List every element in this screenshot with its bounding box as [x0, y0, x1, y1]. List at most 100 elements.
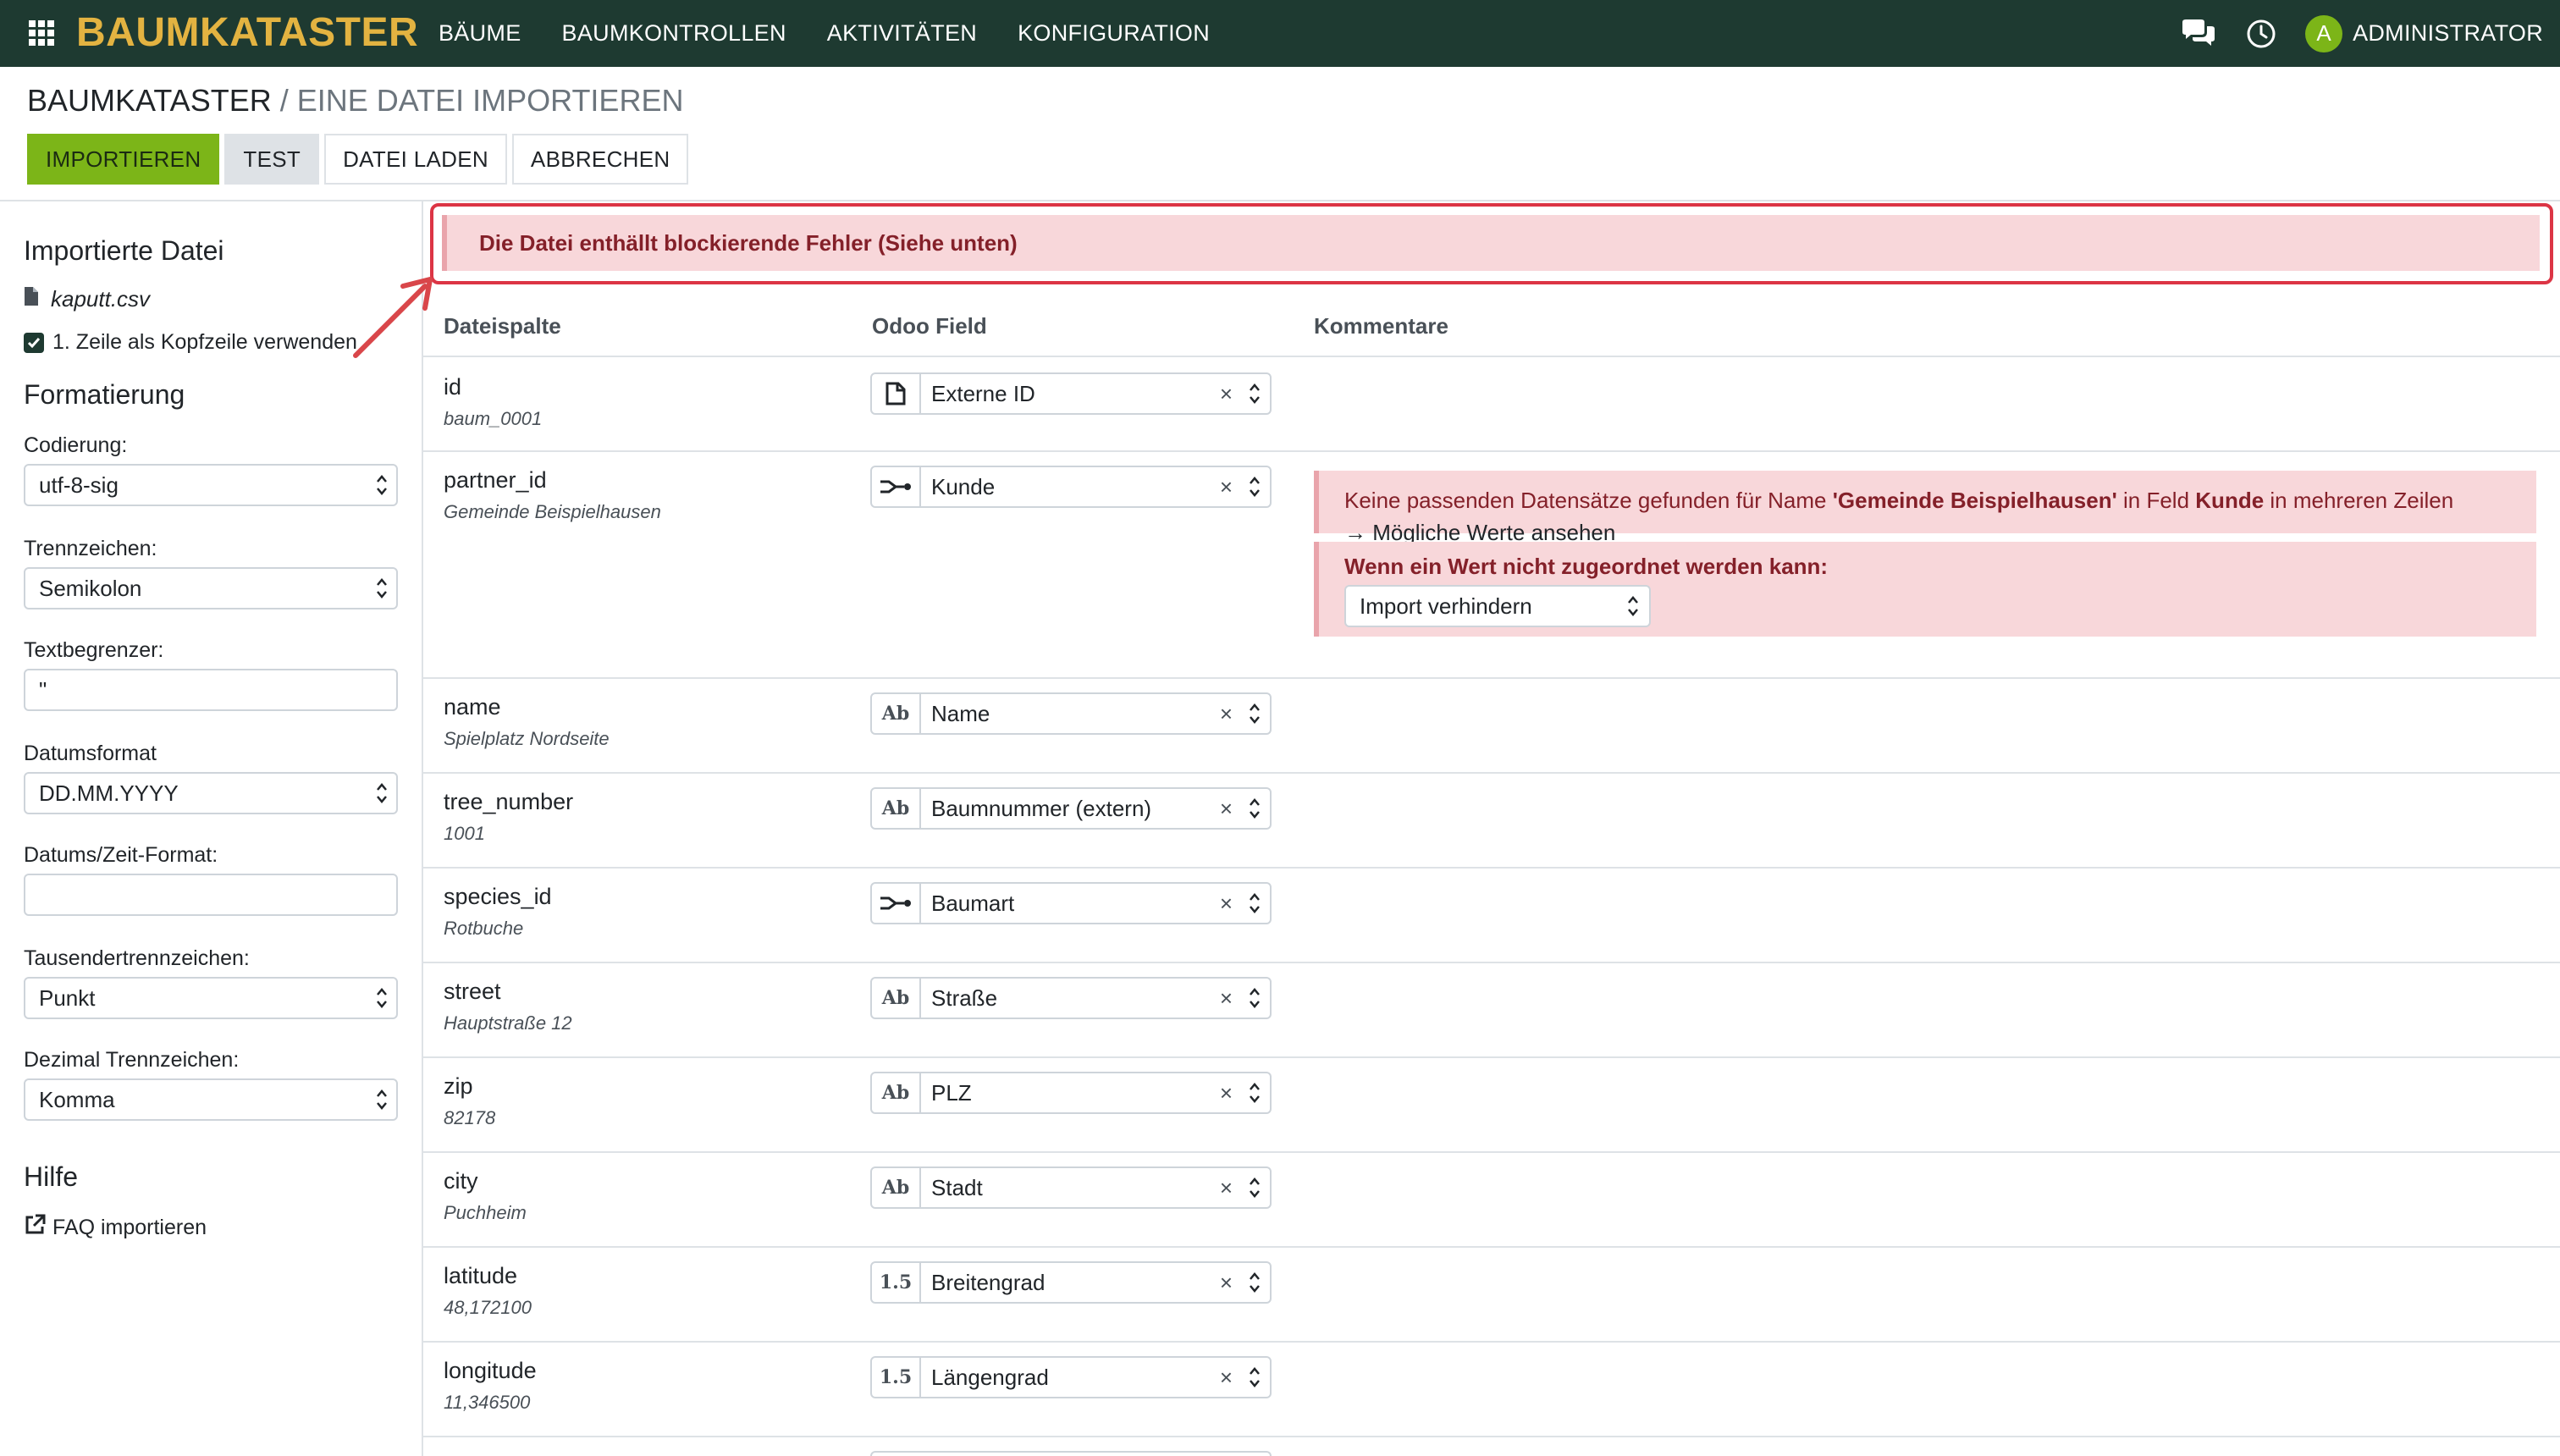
- field-select[interactable]: 1.5 Breitengrad ×: [870, 1261, 1272, 1304]
- text-type-icon: Ab: [872, 694, 921, 733]
- table-row: id baum_0001 Externe ID ×: [423, 357, 2560, 452]
- text-delimiter-input[interactable]: ": [24, 669, 398, 711]
- field-select[interactable]: Externe ID ×: [870, 372, 1272, 415]
- table-row: species_id Rotbuche Baumart ×: [423, 867, 2560, 963]
- checkbox-checked-icon[interactable]: [24, 332, 44, 353]
- column-name: longitude: [444, 1358, 537, 1383]
- select-arrows-icon: [1628, 596, 1638, 616]
- select-arrows-icon: [1250, 1272, 1260, 1293]
- load-file-button[interactable]: DATEI LADEN: [324, 134, 507, 185]
- clear-icon[interactable]: ×: [1220, 381, 1233, 407]
- text-type-icon: Ab: [872, 979, 921, 1018]
- field-select[interactable]: Ab Straße ×: [870, 977, 1272, 1019]
- column-sample: Rotbuche: [444, 918, 524, 939]
- select-arrows-icon: [1250, 703, 1260, 724]
- encoding-value: utf-8-sig: [39, 472, 119, 498]
- menu-item-tree-inspections[interactable]: BAUMKONTROLLEN: [562, 20, 786, 47]
- datetime-format-label: Datums/Zeit-Format:: [24, 843, 218, 867]
- select-arrows-icon: [1250, 477, 1260, 497]
- column-name: partner_id: [444, 467, 547, 493]
- clear-icon[interactable]: ×: [1220, 701, 1233, 727]
- table-row: longitude 11,346500 1.5 Längengrad ×: [423, 1341, 2560, 1437]
- clear-icon[interactable]: ×: [1220, 891, 1233, 917]
- column-name: tree_number: [444, 789, 574, 814]
- cancel-button[interactable]: ABBRECHEN: [511, 134, 689, 185]
- clear-icon[interactable]: ×: [1220, 1080, 1233, 1106]
- clear-icon[interactable]: ×: [1220, 796, 1233, 822]
- field-value: Breitengrad: [931, 1269, 1046, 1295]
- date-format-select[interactable]: DD.MM.YYYY: [24, 772, 398, 814]
- error-message-field: Kunde: [2195, 488, 2265, 513]
- chat-icon[interactable]: [2180, 15, 2217, 52]
- clear-icon[interactable]: ×: [1220, 474, 1233, 500]
- systray: A ADMINISTRATOR: [2180, 0, 2543, 67]
- top-navbar: BAUMKATASTER BÄUME BAUMKONTROLLEN AKTIVI…: [0, 0, 2560, 67]
- text-type-icon: Ab: [872, 789, 921, 828]
- file-name: kaputt.csv: [24, 286, 150, 312]
- datetime-format-input[interactable]: [24, 874, 398, 916]
- field-select[interactable]: 1.5 Längengrad ×: [870, 1356, 1272, 1398]
- column-sample: Hauptstraße 12: [444, 1012, 572, 1034]
- import-button[interactable]: IMPORTIEREN: [27, 134, 220, 185]
- error-message: Keine passenden Datensätze gefunden für …: [1319, 471, 2536, 549]
- select-arrows-icon: [1250, 1177, 1260, 1198]
- decimal-separator-select[interactable]: Komma: [24, 1078, 398, 1121]
- table-row: tree_number 1001 Ab Baumnummer (extern) …: [423, 772, 2560, 869]
- thousands-separator-value: Punkt: [39, 984, 96, 1011]
- thousands-separator-select[interactable]: Punkt: [24, 977, 398, 1019]
- field-select[interactable]: Ab Stadt ×: [870, 1166, 1272, 1209]
- column-name: city: [444, 1168, 478, 1194]
- import-options-sidebar: Importierte Datei kaputt.csv 1. Zeile al…: [0, 201, 423, 1456]
- field-select[interactable]: Ab PLZ ×: [870, 1072, 1272, 1114]
- separator-label: Trennzeichen:: [24, 537, 157, 560]
- table-row: zip 82178 Ab PLZ ×: [423, 1056, 2560, 1153]
- column-sample: Spielplatz Nordseite: [444, 728, 610, 749]
- float-type-icon: 1.5: [872, 1358, 921, 1397]
- field-value: Kunde: [931, 473, 996, 499]
- field-select[interactable]: Baumart ×: [870, 882, 1272, 924]
- select-arrows-icon: [1250, 1367, 1260, 1387]
- faq-import-link[interactable]: FAQ importieren: [24, 1214, 207, 1242]
- user-menu[interactable]: ADMINISTRATOR: [2353, 20, 2543, 47]
- select-arrows-icon: [377, 783, 387, 803]
- apps-menu-icon[interactable]: [29, 20, 54, 46]
- clear-icon[interactable]: ×: [1220, 985, 1233, 1012]
- main-menu: BÄUME BAUMKONTROLLEN AKTIVITÄTEN KONFIGU…: [439, 0, 1250, 67]
- column-header-field: Odoo Field: [872, 313, 987, 339]
- mapping-table-header: Dateispalte Odoo Field Kommentare: [423, 296, 2560, 357]
- field-select[interactable]: Ab Name ×: [870, 692, 1272, 735]
- separator-value: Semikolon: [39, 575, 142, 601]
- field-select[interactable]: [870, 1451, 1272, 1456]
- clear-icon[interactable]: ×: [1220, 1175, 1233, 1201]
- imported-file-heading: Importierte Datei: [24, 235, 224, 266]
- select-arrows-icon: [1250, 798, 1260, 819]
- clock-icon[interactable]: [2243, 15, 2280, 52]
- column-sample: Puchheim: [444, 1202, 527, 1223]
- menu-item-trees[interactable]: BÄUME: [439, 20, 521, 47]
- column-name: latitude: [444, 1263, 518, 1288]
- policy-select[interactable]: Import verhindern: [1344, 585, 1651, 627]
- error-comment: Keine passenden Datensätze gefunden für …: [1314, 471, 2536, 545]
- clear-icon[interactable]: ×: [1220, 1270, 1233, 1296]
- field-value: Straße: [931, 984, 998, 1011]
- avatar[interactable]: A: [2305, 14, 2343, 52]
- separator-select[interactable]: Semikolon: [24, 567, 398, 609]
- thousands-separator-label: Tausendertrennzeichen:: [24, 946, 250, 970]
- help-heading: Hilfe: [24, 1161, 79, 1192]
- app-brand[interactable]: BAUMKATASTER: [76, 7, 418, 59]
- clear-icon[interactable]: ×: [1220, 1365, 1233, 1391]
- test-button[interactable]: TEST: [224, 134, 320, 185]
- column-name: zip: [444, 1073, 473, 1099]
- table-row: street Hauptstraße 12 Ab Straße ×: [423, 962, 2560, 1058]
- error-message-text: Keine passenden Datensätze gefunden für …: [1344, 488, 1833, 513]
- table-row: city Puchheim Ab Stadt ×: [423, 1151, 2560, 1248]
- field-select[interactable]: Ab Baumnummer (extern) ×: [870, 787, 1272, 830]
- error-message-value: 'Gemeinde Beispielhausen': [1832, 488, 2117, 513]
- menu-item-configuration[interactable]: KONFIGURATION: [1018, 20, 1210, 47]
- menu-item-activities[interactable]: AKTIVITÄTEN: [827, 20, 977, 47]
- encoding-select[interactable]: utf-8-sig: [24, 464, 398, 506]
- breadcrumb-root[interactable]: BAUMKATASTER: [27, 83, 272, 118]
- header-row-checkbox[interactable]: 1. Zeile als Kopfzeile verwenden: [24, 330, 357, 355]
- column-name: street: [444, 979, 501, 1004]
- field-select[interactable]: Kunde ×: [870, 466, 1272, 508]
